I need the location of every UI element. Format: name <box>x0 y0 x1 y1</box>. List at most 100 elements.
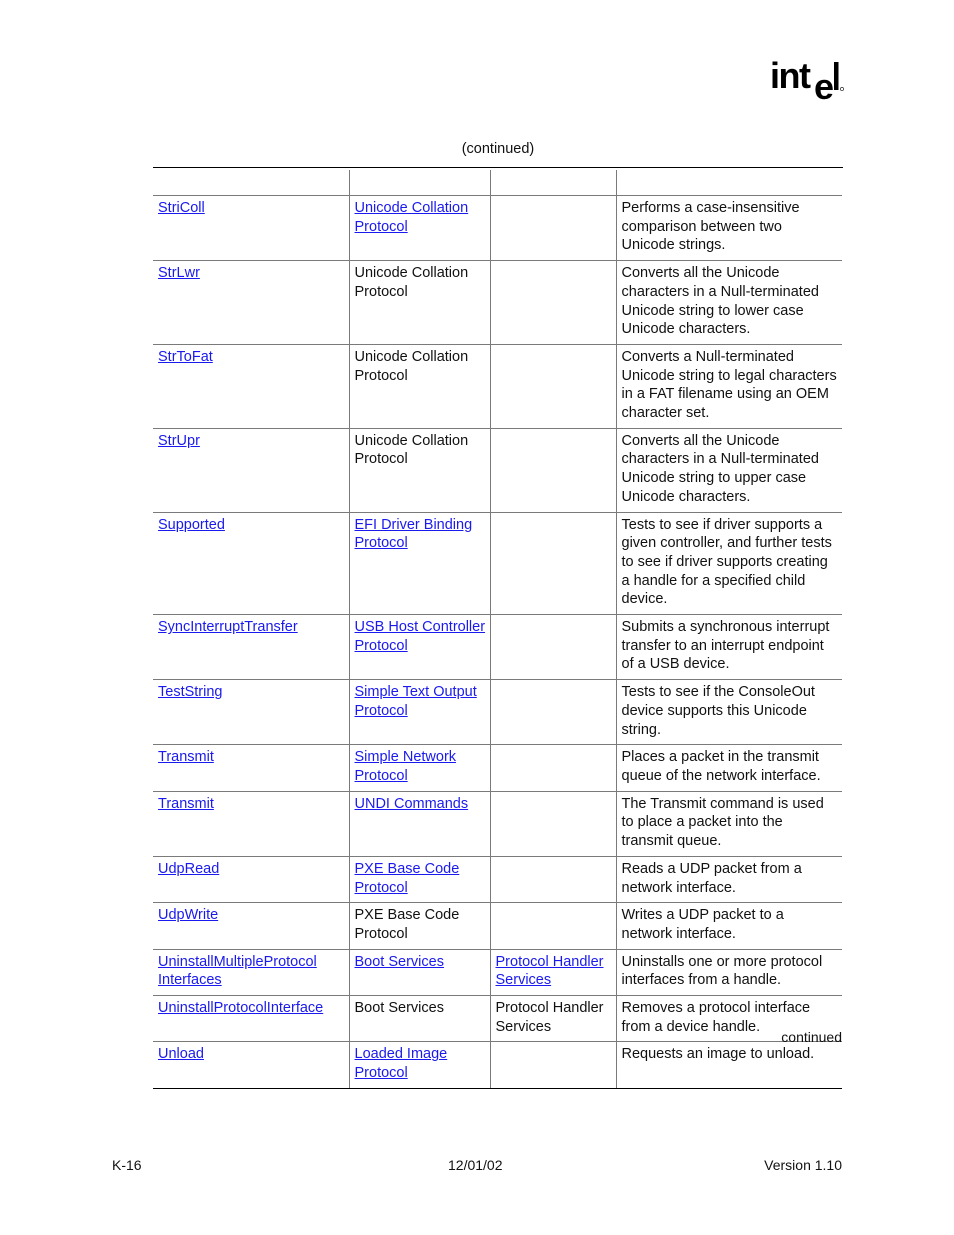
protocol-link[interactable]: Loaded Image Protocol <box>355 1046 448 1081</box>
function-name-cell: Unload <box>153 1041 349 1089</box>
table-row: Transmit UNDI Commands The Transmit comman… <box>153 790 842 857</box>
description-text: Submits a synchronous interrupt transfer… <box>621 619 830 673</box>
protocol-link[interactable]: Simple Text Output Protocol <box>355 684 477 719</box>
protocol-cell: UNDI Commands <box>348 790 490 857</box>
function-name-link[interactable]: UdpWrite <box>158 907 218 923</box>
protocol-cell: Loaded Image Protocol <box>348 1041 490 1089</box>
protocol-text: Unicode Collation Protocol <box>354 432 469 468</box>
table-row: StrLwr Unicode Collation Protocol Converts… <box>153 260 842 345</box>
description-text: Reads a UDP packet from a network interf… <box>621 860 802 896</box>
function-name-cell: UdpWrite <box>153 902 349 950</box>
description-cell: Performs a case-insensitive comparison b… <box>615 194 842 261</box>
function-name-link[interactable]: StriColl <box>158 200 205 216</box>
service-group-cell: Protocol Handler Services <box>489 948 616 996</box>
protocol-cell: Unicode Collation Protocol <box>348 194 490 261</box>
protocol-link[interactable]: PXE Base Code Protocol <box>355 861 460 896</box>
protocol-cell: PXE Base Code Protocol <box>348 855 490 903</box>
function-name-cell: StriColl <box>153 194 349 261</box>
table-row: StrUpr Unicode Collation Protocol Converts… <box>153 427 842 513</box>
service-group-cell <box>489 1041 616 1089</box>
description-text: Converts a Null-terminated Unicode strin… <box>621 348 837 422</box>
service-group-cell <box>489 260 616 345</box>
function-name-cell: TestString <box>153 679 349 745</box>
function-name-cell: Supported <box>153 511 349 615</box>
function-name-cell: StrUpr <box>153 427 349 513</box>
header-cell <box>153 170 349 196</box>
service-group-cell <box>489 744 616 792</box>
table-row: TestString Simple Text Output Protocol Tes… <box>153 679 842 745</box>
function-name-link[interactable]: UninstallProtocolInterface <box>158 1000 323 1016</box>
description-cell: Writes a UDP packet to a network interfa… <box>615 902 842 950</box>
function-name-link[interactable]: Unload <box>158 1046 204 1062</box>
description-text: Places a packet in the transmit queue of… <box>621 749 821 784</box>
svg-text:e: e <box>814 66 834 104</box>
footer-version: Version 1.10 <box>764 1157 842 1173</box>
table-row: SyncInterruptTransfer USB Host Controller… <box>153 614 842 680</box>
protocol-cell: Boot Services <box>348 948 490 996</box>
description-text: Uninstalls one or more protocol interfac… <box>621 953 823 989</box>
protocol-link[interactable]: Unicode Collation Protocol <box>355 200 469 235</box>
description-cell: Converts a Null-terminated Unicode strin… <box>615 343 842 429</box>
service-group-cell <box>489 614 616 680</box>
service-group-cell <box>489 855 616 903</box>
description-cell: Submits a synchronous interrupt transfer… <box>615 614 842 680</box>
function-name-link[interactable]: TestString <box>158 684 222 700</box>
function-table: StriColl Unicode Collation Protocol Perfor… <box>153 170 842 1089</box>
function-name-link[interactable]: StrToFat <box>158 349 213 365</box>
function-name-cell: SyncInterruptTransfer <box>153 614 349 680</box>
protocol-link[interactable]: UNDI Commands <box>355 796 469 812</box>
protocol-link[interactable]: EFI Driver Binding Protocol <box>355 517 473 552</box>
function-name-cell: UdpRead <box>153 855 349 903</box>
header-cell <box>489 170 616 196</box>
service-group-cell <box>489 194 616 261</box>
function-name-link[interactable]: UdpRead <box>158 861 219 877</box>
protocol-cell: Unicode Collation Protocol <box>348 260 490 345</box>
function-name-link[interactable]: Transmit <box>158 796 214 812</box>
table-row: UninstallMultipleProtocol Interfaces Boot… <box>153 948 842 996</box>
table-header-row <box>153 170 842 196</box>
footer-date: 12/01/02 <box>448 1157 503 1173</box>
protocol-cell: Simple Text Output Protocol <box>348 679 490 745</box>
protocol-cell: PXE Base Code Protocol <box>348 902 490 950</box>
function-name-link[interactable]: UninstallMultipleProtocol Interfaces <box>158 954 317 989</box>
service-group-link[interactable]: Protocol Handler Services <box>496 954 604 989</box>
table-caption: (continued) <box>461 141 535 157</box>
protocol-text: Unicode Collation Protocol <box>354 348 469 384</box>
protocol-cell: Simple Network Protocol <box>348 744 490 792</box>
protocol-link[interactable]: USB Host Controller Protocol <box>355 619 486 654</box>
function-name-link[interactable]: StrUpr <box>158 433 200 449</box>
protocol-text: PXE Base Code Protocol <box>354 907 460 942</box>
continued-note: continued <box>781 1029 842 1045</box>
function-name-cell: Transmit <box>153 744 349 792</box>
description-text: Performs a case-insensitive comparison b… <box>621 200 800 254</box>
table-row: Transmit Simple Network Protocol Places a … <box>153 744 842 792</box>
function-name-cell: StrLwr <box>153 260 349 345</box>
function-name-cell: UninstallProtocolInterface <box>153 995 349 1042</box>
function-name-link[interactable]: SyncInterruptTransfer <box>158 619 298 635</box>
description-text: Requests an image to unload. <box>621 1046 815 1063</box>
protocol-cell: Boot Services <box>348 995 490 1042</box>
function-name-cell: UninstallMultipleProtocol Interfaces <box>153 948 349 996</box>
table-row: Supported EFI Driver Binding Protocol Test… <box>153 511 842 615</box>
description-cell: Requests an image to unload. <box>615 1041 842 1089</box>
function-name-link[interactable]: Transmit <box>158 749 214 765</box>
protocol-link[interactable]: Boot Services <box>355 954 444 970</box>
function-name-cell: Transmit <box>153 790 349 857</box>
table-row: StrToFat Unicode Collation Protocol Conver… <box>153 343 842 429</box>
description-cell: Tests to see if driver supports a given … <box>615 511 842 615</box>
function-name-link[interactable]: StrLwr <box>158 265 200 281</box>
protocol-cell: Unicode Collation Protocol <box>348 343 490 429</box>
protocol-link[interactable]: Simple Network Protocol <box>355 749 457 784</box>
table-row: UdpWrite PXE Base Code Protocol Writes a U… <box>153 902 842 950</box>
description-text: Tests to see if driver supports a given … <box>621 516 832 608</box>
service-group-text: Protocol Handler Services <box>495 1000 604 1035</box>
top-rule <box>153 167 843 168</box>
protocol-cell: USB Host Controller Protocol <box>348 614 490 680</box>
function-name-cell: StrToFat <box>153 343 349 429</box>
function-name-link[interactable]: Supported <box>158 517 225 533</box>
description-cell: Tests to see if the ConsoleOut device su… <box>615 679 842 745</box>
service-group-cell: Protocol Handler Services <box>489 995 616 1042</box>
table-row: UdpRead PXE Base Code Protocol Reads a UDP… <box>153 855 842 903</box>
protocol-cell: EFI Driver Binding Protocol <box>348 511 490 615</box>
description-cell: The Transmit command is used to place a … <box>615 790 842 857</box>
